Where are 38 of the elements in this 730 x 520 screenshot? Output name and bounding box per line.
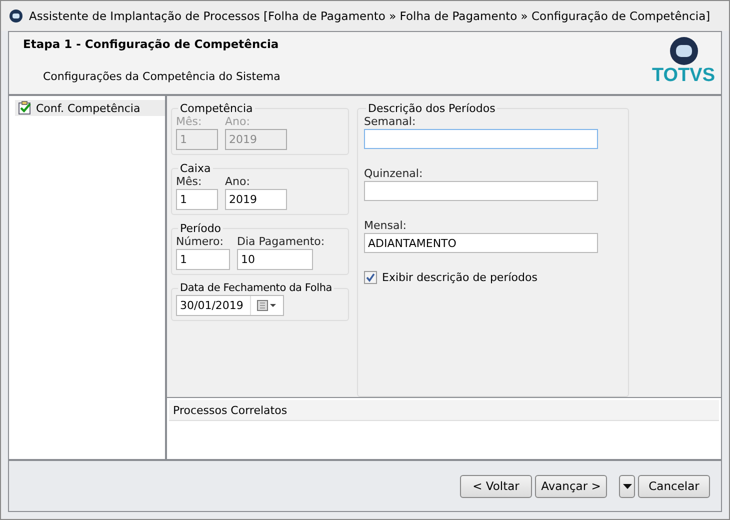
calendar-icon bbox=[257, 300, 277, 311]
input-field[interactable]: ADIANTAMENTO bbox=[364, 233, 598, 253]
logo: TOTVS bbox=[652, 36, 715, 94]
group-title: Descrição dos Períodos bbox=[367, 102, 496, 115]
wizard-button[interactable]: Avançar > bbox=[535, 474, 607, 498]
input-field[interactable] bbox=[364, 181, 598, 201]
date-field[interactable]: 30/01/2019 bbox=[176, 295, 284, 316]
field-label: Mês: bbox=[176, 175, 203, 188]
field-label: Mês: bbox=[176, 115, 203, 128]
field-label: Ano: bbox=[225, 175, 251, 188]
input-field[interactable]: 2019 bbox=[225, 189, 287, 210]
input-field[interactable] bbox=[364, 129, 598, 149]
caret-icon bbox=[622, 484, 632, 488]
field-label: Número: bbox=[176, 235, 224, 248]
field-label: Semanal: bbox=[364, 115, 417, 128]
field-label: Quinzenal: bbox=[364, 167, 424, 180]
app-icon bbox=[9, 9, 23, 23]
dropdown-button[interactable] bbox=[619, 474, 635, 498]
input-field[interactable]: 1 bbox=[176, 189, 218, 210]
checkbox-label: Exibir descrição de períodos bbox=[382, 271, 538, 284]
checklist-icon bbox=[18, 101, 32, 115]
group-title: Data de Fechamento da Folha bbox=[179, 282, 334, 294]
tree-item[interactable]: Conf. Competência bbox=[15, 100, 165, 116]
panel-title: Processos Correlatos bbox=[169, 400, 719, 421]
input-field[interactable]: 1 bbox=[176, 249, 230, 270]
field-label: Ano: bbox=[225, 115, 251, 128]
input-field[interactable]: 10 bbox=[237, 249, 313, 270]
field-label: Mensal: bbox=[364, 219, 408, 232]
window-title: Assistente de Implantação de Processos [Folha de Pagamento » Folha de Pagamento » Configuração de Competência] bbox=[29, 9, 710, 23]
group-title: Competência bbox=[179, 102, 254, 115]
group-title: Caixa bbox=[179, 162, 212, 175]
step-title: Etapa 1 - Configuração de Competência bbox=[23, 37, 280, 51]
checkbox[interactable] bbox=[364, 271, 377, 284]
field-label: Dia Pagamento: bbox=[237, 235, 325, 248]
wizard-button[interactable]: < Voltar bbox=[460, 474, 532, 498]
step-subtitle: Configurações da Competência do Sistema bbox=[43, 70, 280, 83]
group-title: Período bbox=[179, 222, 222, 235]
wizard-button[interactable]: Cancelar bbox=[638, 474, 710, 498]
